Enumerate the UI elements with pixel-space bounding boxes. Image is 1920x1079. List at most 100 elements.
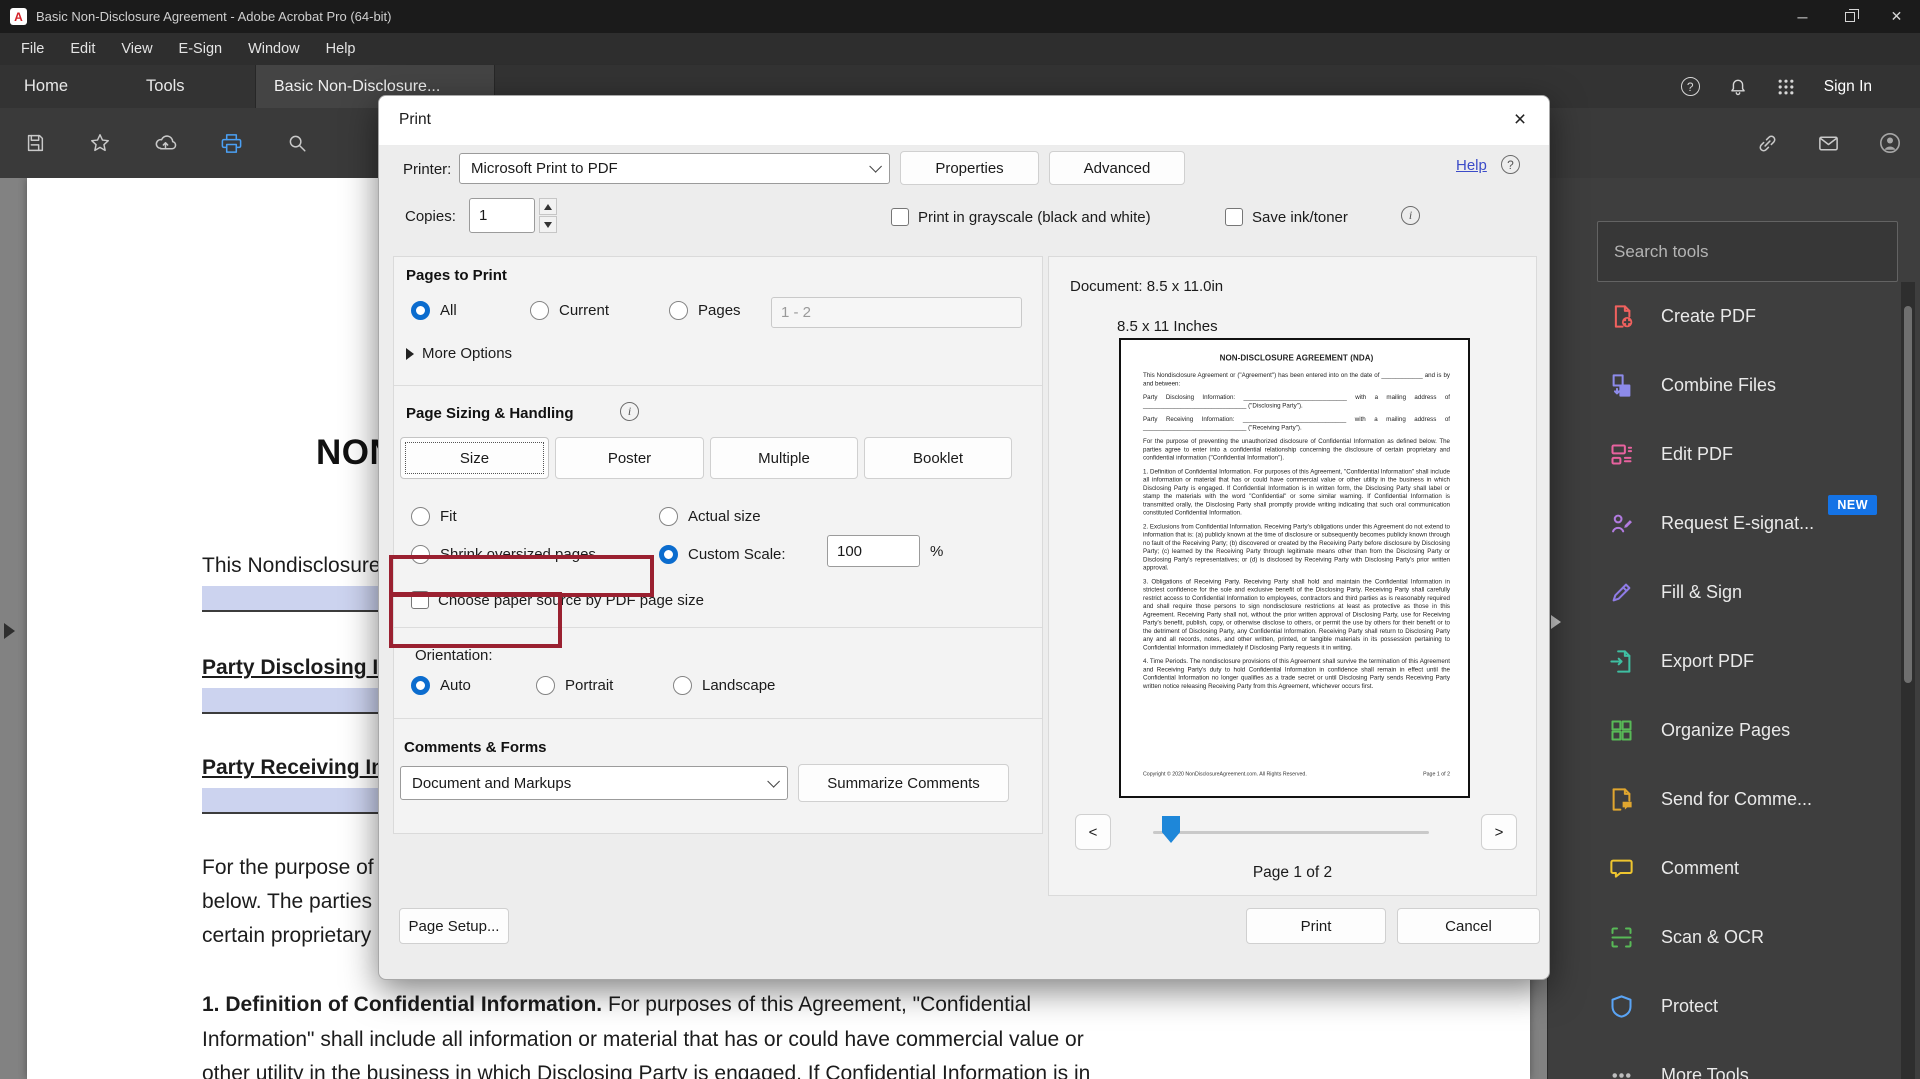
cancel-button[interactable]: Cancel: [1397, 908, 1540, 944]
sidebar-tool-send-for-comments[interactable]: Send for Comme...: [1548, 765, 1920, 834]
menu-edit[interactable]: Edit: [57, 41, 108, 57]
radio-icon: [530, 301, 549, 320]
search-tools-input[interactable]: [1597, 221, 1898, 282]
minimize-button[interactable]: ─: [1779, 0, 1826, 33]
help-link[interactable]: Help: [1456, 157, 1487, 174]
radio-current[interactable]: Current: [530, 301, 609, 320]
preview-next-button[interactable]: >: [1481, 814, 1517, 850]
paper-source-checkbox[interactable]: Choose paper source by PDF page size: [411, 591, 704, 609]
protect-shield-icon: [1608, 993, 1635, 1020]
custom-scale-input[interactable]: [827, 535, 920, 567]
page-preview-thumbnail: NON-DISCLOSURE AGREEMENT (NDA) This Nond…: [1119, 338, 1470, 798]
page-range-input[interactable]: [771, 297, 1022, 328]
sidebar-scrollbar-thumb[interactable]: [1904, 306, 1912, 683]
radio-custom-scale[interactable]: Custom Scale:: [659, 545, 786, 564]
radio-portrait[interactable]: Portrait: [536, 676, 613, 695]
sidebar-tool-label: Comment: [1661, 858, 1739, 879]
page-indicator: Page 1 of 2: [1049, 864, 1536, 882]
sidebar-tool-combine-files[interactable]: Combine Files: [1548, 351, 1920, 420]
preview-zoom-slider[interactable]: [1153, 831, 1429, 834]
menu-view[interactable]: View: [108, 41, 165, 57]
sidebar-tool-fill-sign[interactable]: Fill & Sign: [1548, 558, 1920, 627]
radio-icon: [673, 676, 692, 695]
radio-icon: [659, 507, 678, 526]
menu-file[interactable]: File: [8, 41, 57, 57]
sidebar-tool-more-tools[interactable]: More Tools: [1548, 1041, 1920, 1079]
comments-forms-value: Document and Markups: [412, 775, 571, 792]
copies-stepper[interactable]: [539, 198, 557, 233]
page-setup-button[interactable]: Page Setup...: [399, 908, 509, 944]
menu-esign[interactable]: E-Sign: [166, 41, 236, 57]
radio-landscape[interactable]: Landscape: [673, 676, 775, 695]
sidebar-tool-scan-ocr[interactable]: Scan & OCR: [1548, 903, 1920, 972]
avatar-icon[interactable]: [1878, 131, 1902, 155]
radio-all[interactable]: All: [411, 301, 457, 320]
sidebar-tool-edit-pdf[interactable]: Edit PDF: [1548, 420, 1920, 489]
sidebar-tool-request-esignatures[interactable]: Request E-signat... NEW: [1548, 489, 1920, 558]
more-tools-icon: [1608, 1062, 1635, 1079]
print-button[interactable]: Print: [1246, 908, 1386, 944]
create-pdf-icon: [1608, 303, 1635, 330]
restore-button[interactable]: [1826, 0, 1873, 33]
menu-help[interactable]: Help: [313, 41, 369, 57]
properties-button[interactable]: Properties: [900, 151, 1039, 185]
sidebar-tool-label: Combine Files: [1661, 375, 1776, 396]
combine-files-icon: [1608, 372, 1635, 399]
page-sizing-heading: Page Sizing & Handling: [406, 405, 574, 422]
page-sizing-info-icon[interactable]: i: [620, 402, 639, 421]
more-options-expander[interactable]: More Options: [406, 345, 512, 362]
acrobat-logo-icon: A: [10, 8, 27, 25]
save-ink-checkbox[interactable]: Save ink/toner: [1225, 208, 1348, 226]
sidebar-tool-comment[interactable]: Comment: [1548, 834, 1920, 903]
sidebar-tool-protect[interactable]: Protect: [1548, 972, 1920, 1041]
stepper-up-icon[interactable]: [539, 198, 557, 215]
help-question-icon[interactable]: ?: [1501, 155, 1520, 174]
save-icon[interactable]: [24, 132, 46, 154]
email-icon[interactable]: [1817, 132, 1840, 155]
menu-window[interactable]: Window: [235, 41, 313, 57]
radio-fit[interactable]: Fit: [411, 507, 457, 526]
sidebar-tool-label: Scan & OCR: [1661, 927, 1764, 948]
comments-forms-select[interactable]: Document and Markups: [400, 766, 788, 800]
radio-auto[interactable]: Auto: [411, 676, 471, 695]
advanced-button[interactable]: Advanced: [1049, 151, 1185, 185]
radio-pages[interactable]: Pages: [669, 301, 741, 320]
slider-handle[interactable]: [1162, 816, 1180, 843]
left-panel-expander-icon[interactable]: [4, 623, 15, 639]
tab-home[interactable]: Home: [0, 77, 92, 96]
close-window-button[interactable]: ✕: [1873, 0, 1920, 33]
sign-in-button[interactable]: Sign In: [1824, 78, 1872, 96]
summarize-comments-button[interactable]: Summarize Comments: [798, 764, 1009, 802]
size-button[interactable]: Size: [400, 437, 549, 479]
tools-sidebar: Create PDF Combine Files Edit PDF Reques…: [1547, 178, 1920, 1079]
preview-prev-button[interactable]: <: [1075, 814, 1111, 850]
cloud-upload-icon[interactable]: [154, 132, 177, 155]
grayscale-checkbox[interactable]: Print in grayscale (black and white): [891, 208, 1151, 226]
sidebar-tool-export-pdf[interactable]: Export PDF: [1548, 627, 1920, 696]
sidebar-tool-organize-pages[interactable]: Organize Pages: [1548, 696, 1920, 765]
app-grid-icon[interactable]: [1776, 77, 1796, 97]
close-dialog-icon[interactable]: ×: [1507, 107, 1533, 133]
checkbox-icon: [891, 208, 909, 226]
radio-actual-size[interactable]: Actual size: [659, 507, 761, 526]
acrobat-window: A Basic Non-Disclosure Agreement - Adobe…: [0, 0, 1920, 1079]
multiple-button[interactable]: Multiple: [710, 437, 858, 479]
stepper-down-icon[interactable]: [539, 216, 557, 233]
radio-icon: [411, 545, 430, 564]
tab-tools[interactable]: Tools: [122, 77, 209, 96]
share-link-icon[interactable]: [1756, 132, 1779, 155]
search-icon[interactable]: [286, 132, 308, 154]
notifications-bell-icon[interactable]: [1728, 77, 1748, 97]
poster-button[interactable]: Poster: [555, 437, 704, 479]
booklet-button[interactable]: Booklet: [864, 437, 1012, 479]
printer-select[interactable]: Microsoft Print to PDF: [459, 153, 890, 184]
star-favorite-icon[interactable]: [89, 132, 111, 154]
help-icon[interactable]: ?: [1681, 77, 1700, 96]
copies-input[interactable]: [469, 198, 535, 233]
toolbar-left-icons: [24, 108, 308, 178]
print-icon[interactable]: [220, 132, 243, 155]
radio-shrink-pages[interactable]: Shrink oversized pages: [411, 545, 596, 564]
info-icon[interactable]: i: [1401, 206, 1420, 225]
sidebar-tool-create-pdf[interactable]: Create PDF: [1548, 282, 1920, 351]
radio-icon: [411, 301, 430, 320]
